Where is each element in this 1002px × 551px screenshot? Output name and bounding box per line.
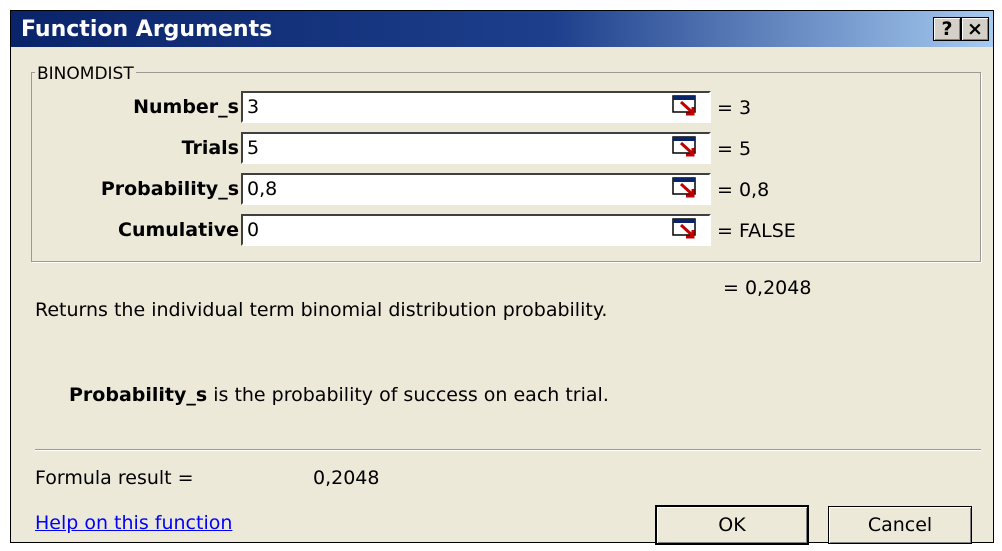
ok-button[interactable]: OK — [655, 505, 809, 545]
arg-input-number-s[interactable]: 3 — [241, 91, 711, 123]
separator — [35, 449, 981, 451]
arg-result-probability-s: = 0,8 — [717, 179, 770, 201]
close-icon: × — [967, 18, 983, 40]
formula-result-value: 0,2048 — [313, 467, 380, 489]
title-bar[interactable]: Function Arguments ? × — [11, 11, 993, 47]
help-icon: ? — [941, 18, 953, 40]
function-name-legend: BINOMDIST — [35, 64, 136, 84]
arg-row-probability-s: Probability_s 0,8 = 0,8 — [11, 173, 995, 205]
close-button[interactable]: × — [961, 17, 989, 41]
argument-help-text: is the probability of success on each tr… — [207, 384, 609, 406]
arg-result-cumulative: = FALSE — [717, 220, 796, 242]
formula-result-label: Formula result = — [35, 467, 194, 489]
arg-input-trials[interactable]: 5 — [241, 132, 711, 164]
range-collapse-icon[interactable] — [671, 94, 703, 118]
arg-row-cumulative: Cumulative 0 = FALSE — [11, 214, 995, 246]
arg-label-probability-s: Probability_s — [100, 178, 239, 200]
arg-row-trials: Trials 5 = 5 — [11, 132, 995, 164]
window-title: Function Arguments — [21, 17, 273, 42]
argument-help-name: Probability_s — [69, 384, 208, 406]
help-button[interactable]: ? — [933, 17, 961, 41]
function-result: = 0,2048 — [723, 277, 812, 299]
arg-label-cumulative: Cumulative — [118, 219, 239, 241]
arg-label-trials: Trials — [181, 137, 239, 159]
arg-label-number-s: Number_s — [133, 96, 239, 118]
range-collapse-icon[interactable] — [671, 135, 703, 159]
arg-result-trials: = 5 — [717, 138, 752, 160]
function-description: Returns the individual term binomial dis… — [35, 299, 608, 321]
argument-help: Probability_s is the probability of succ… — [69, 384, 609, 406]
cancel-button[interactable]: Cancel — [828, 506, 972, 544]
arg-result-number-s: = 3 — [717, 97, 752, 119]
help-on-function-link[interactable]: Help on this function — [35, 512, 232, 534]
arg-input-cumulative[interactable]: 0 — [241, 214, 711, 246]
range-collapse-icon[interactable] — [671, 176, 703, 200]
range-collapse-icon[interactable] — [671, 217, 703, 241]
arg-input-probability-s[interactable]: 0,8 — [241, 173, 711, 205]
function-arguments-dialog: Function Arguments ? × BINOMDIST Number_… — [10, 10, 995, 545]
arg-row-number-s: Number_s 3 = 3 — [11, 91, 995, 123]
